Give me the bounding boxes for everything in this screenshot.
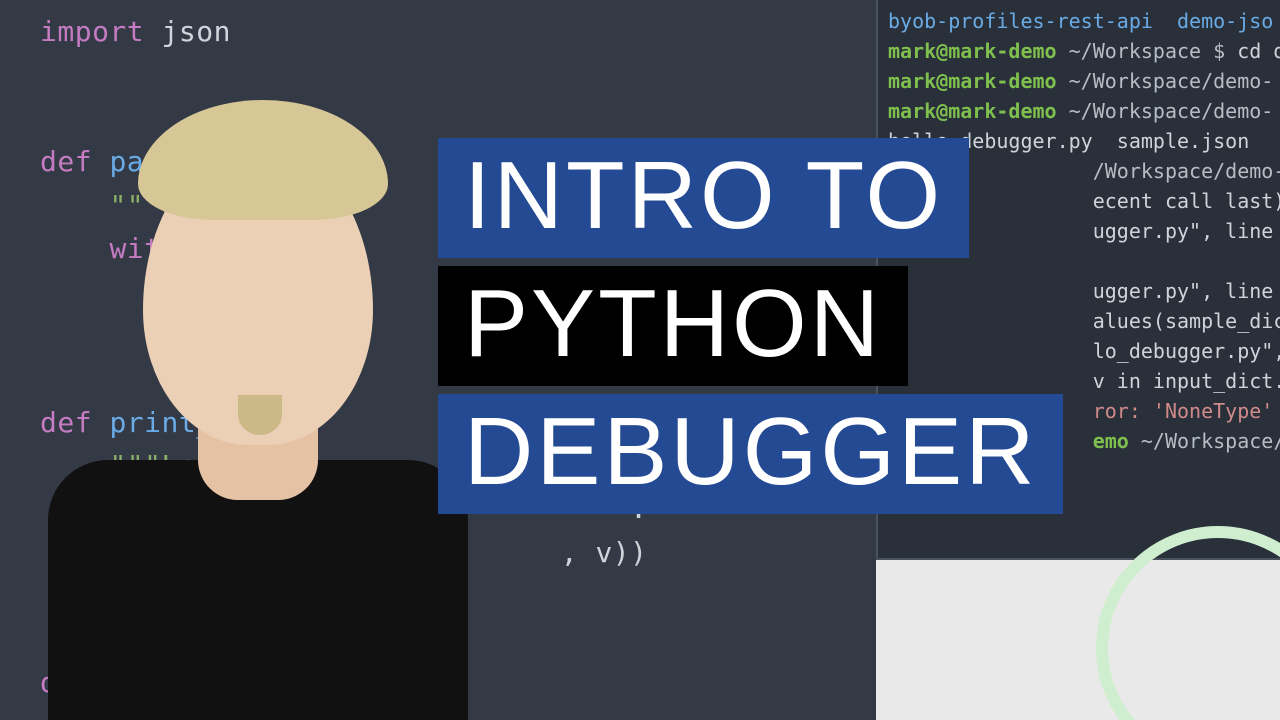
terminal-line: mark@mark-demo ~/Workspace/demo- xyxy=(888,96,1272,126)
thumbnail-stage: import json def path_to_dict(pa """Open … xyxy=(0,0,1280,720)
title-line-2: PYTHON xyxy=(438,266,908,386)
code-line xyxy=(40,53,866,96)
code-line: import json xyxy=(40,10,866,53)
terminal-line: byob-profiles-rest-api demo-jso xyxy=(888,6,1272,36)
bottom-strip xyxy=(876,560,1280,720)
presenter-figure xyxy=(48,96,468,720)
title-line-3: DEBUGGER xyxy=(438,394,1063,514)
terminal-line: mark@mark-demo ~/Workspace/demo- xyxy=(888,66,1272,96)
title-line-1: INTRO TO xyxy=(438,138,969,258)
title-overlay: INTRO TO PYTHON DEBUGGER xyxy=(438,138,1063,514)
terminal-line: mark@mark-demo ~/Workspace $ cd d xyxy=(888,36,1272,66)
